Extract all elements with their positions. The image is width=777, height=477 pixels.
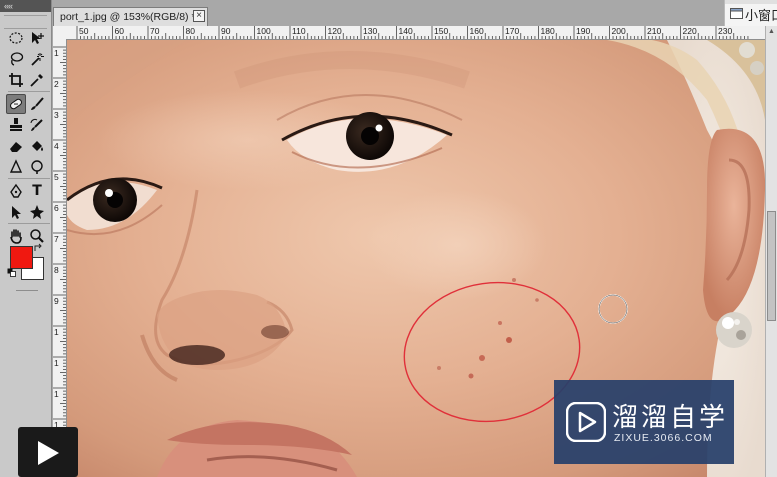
video-play-button[interactable] <box>18 427 78 477</box>
paint-bucket-tool-icon[interactable] <box>27 136 47 156</box>
ruler-label: 6 <box>54 203 59 213</box>
ruler-label: 170 <box>505 26 519 36</box>
move-tool-icon[interactable] <box>27 28 47 48</box>
ruler-label: 130 <box>363 26 377 36</box>
quick-mask-divider <box>16 290 38 291</box>
custom-shape-tool-icon[interactable] <box>27 202 47 222</box>
document-tab-title: port_1.jpg @ 153%(RGB/8) * <box>60 11 196 23</box>
ruler-label: 1 <box>54 48 59 58</box>
type-tool-glyph: T <box>32 183 42 199</box>
tools-separator <box>8 178 50 179</box>
marquee-tool-icon[interactable] <box>6 28 26 48</box>
crop-tool-icon[interactable] <box>6 70 26 90</box>
ruler-label: 7 <box>54 234 59 244</box>
ruler-label: 190 <box>576 26 590 36</box>
default-colors-icon[interactable] <box>7 268 16 277</box>
healing-brush-tool-icon[interactable] <box>6 94 26 114</box>
path-selection-tool-icon[interactable] <box>6 202 26 222</box>
eyedropper-tool-icon[interactable] <box>27 70 47 90</box>
ruler-label: 8 <box>54 265 59 275</box>
pen-tool-icon[interactable] <box>6 181 26 201</box>
brush-tool-icon[interactable] <box>27 94 47 114</box>
play-icon <box>38 441 59 465</box>
document-tab[interactable]: port_1.jpg @ 153%(RGB/8) * <box>53 7 208 26</box>
side-window-topbar <box>725 0 777 4</box>
ruler-label: 1 <box>54 358 59 368</box>
ruler-label: 220 <box>683 26 697 36</box>
dodge-tool-icon[interactable] <box>27 157 47 177</box>
ruler-label: 120 <box>328 26 342 36</box>
ruler-label: 70 <box>150 26 160 36</box>
window-icon <box>730 8 743 19</box>
vertical-scrollbar[interactable]: ▲ <box>765 26 777 477</box>
ruler-label: 180 <box>541 26 555 36</box>
side-window-label: 小窗口 <box>745 9 777 24</box>
tools-separator <box>8 91 50 92</box>
ruler-label: 9 <box>54 296 59 306</box>
foreground-color-swatch[interactable] <box>10 246 33 269</box>
type-tool-icon[interactable]: T <box>27 181 47 201</box>
ruler-label: 1 <box>54 327 59 337</box>
scrollbar-thumb[interactable] <box>767 211 776 321</box>
ruler-label: 230 <box>718 26 732 36</box>
play-logo-icon <box>566 402 606 442</box>
ruler-label: 2 <box>54 79 59 89</box>
horizontal-ruler[interactable]: 50 60 70 80 90 100 110 120 130 140 150 160 170 180 190… <box>53 26 767 40</box>
side-window[interactable]: 小窗口 <box>724 0 777 28</box>
eraser-tool-icon[interactable] <box>6 136 26 156</box>
watermark-name: 溜溜自学 <box>612 403 729 433</box>
history-brush-tool-icon[interactable] <box>27 115 47 135</box>
vertical-ruler[interactable]: 12345678911111 <box>53 39 67 477</box>
ruler-label: 140 <box>399 26 413 36</box>
blur-tool-icon[interactable] <box>6 157 26 177</box>
scroll-up-arrow-icon[interactable]: ▲ <box>767 27 776 37</box>
ruler-label: 110 <box>292 26 306 36</box>
ruler-label: 210 <box>647 26 661 36</box>
swap-colors-icon[interactable] <box>33 243 43 253</box>
panel-grip[interactable] <box>4 15 47 29</box>
ruler-label: 200 <box>612 26 626 36</box>
ruler-label: 3 <box>54 110 59 120</box>
ruler-label: 160 <box>470 26 484 36</box>
panel-collapse-button[interactable]: «« <box>0 0 51 12</box>
ruler-label: 60 <box>115 26 125 36</box>
ruler-label: 5 <box>54 172 59 182</box>
ruler-label: 50 <box>79 26 89 36</box>
tools-separator <box>8 223 50 224</box>
clone-stamp-tool-icon[interactable] <box>6 115 26 135</box>
watermark-site: ZIXUE.3066.COM <box>614 432 713 444</box>
ruler-label: 90 <box>221 26 231 36</box>
watermark: 溜溜自学 ZIXUE.3066.COM <box>554 380 734 464</box>
close-tab-button[interactable]: × <box>193 10 205 22</box>
ruler-label: 1 <box>54 389 59 399</box>
ruler-label: 150 <box>434 26 448 36</box>
magic-wand-tool-icon[interactable] <box>27 49 47 69</box>
ruler-label: 4 <box>54 141 59 151</box>
lasso-tool-icon[interactable] <box>6 49 26 69</box>
ruler-label: 100 <box>257 26 271 36</box>
ruler-label: 80 <box>186 26 196 36</box>
tools-panel: «« T <box>0 0 52 477</box>
hand-tool-icon[interactable] <box>6 226 26 246</box>
